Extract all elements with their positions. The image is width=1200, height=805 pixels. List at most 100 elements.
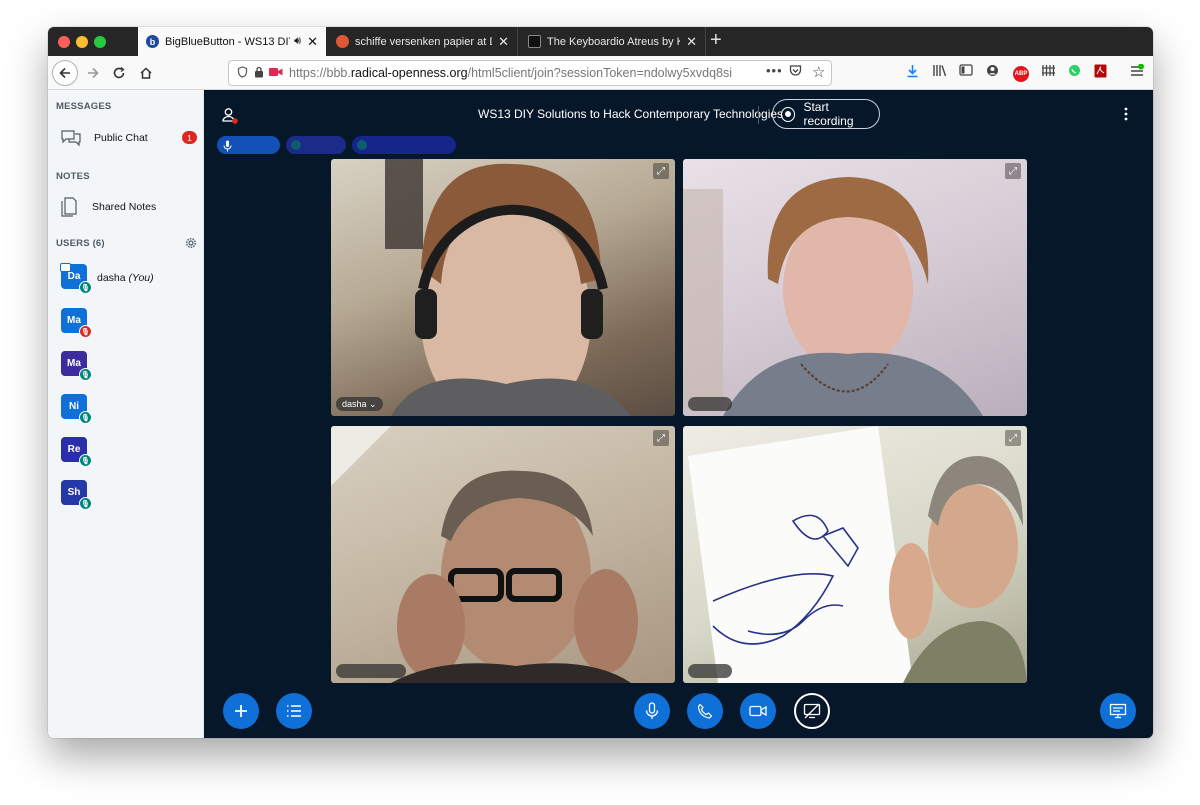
pdf-icon[interactable] [1094,64,1107,81]
browser-toolbar: https://bbb. radical-openness.org/html5cl… [48,56,1153,90]
fullscreen-icon[interactable]: ⤢ [1005,430,1021,446]
back-button[interactable] [52,60,78,86]
zoom-window-button[interactable] [94,36,106,48]
adblock-plus-icon[interactable]: ABP [1013,63,1029,82]
sidebar-toggle-icon[interactable] [959,64,973,79]
talking-indicator-pill[interactable] [352,136,456,154]
user-list-item[interactable]: Ma 🎙︎ [48,306,203,342]
forward-button[interactable] [80,60,106,86]
microphone-icon [645,702,659,719]
chat-icon [60,128,82,148]
whatsapp-icon[interactable] [1068,64,1081,80]
fullscreen-icon[interactable]: ⤢ [1005,163,1021,179]
url-bar[interactable]: https://bbb. radical-openness.org/html5cl… [228,60,832,86]
toggle-user-list-icon[interactable] [222,107,238,130]
avatar: Re 🎙︎ [61,437,92,467]
participant-video-image [385,159,631,416]
user-list-item[interactable]: Da 🎙︎ dasha (You) [48,262,203,298]
public-chat-item[interactable]: Public Chat 1 [60,128,200,148]
microphone-button[interactable] [634,693,670,729]
participant-video-image [683,177,983,416]
bigbluebutton-favicon-icon: b [146,35,159,48]
video-tile[interactable]: ⤢ [331,426,675,683]
url-prefix: https://bbb. [289,66,351,80]
record-icon [781,106,796,122]
microphone-on-icon: 🎙︎ [79,368,92,381]
presentation-icon [1109,703,1127,719]
quick-poll-button[interactable] [276,693,312,729]
speaker-icon[interactable]: 🔊︎ [294,35,301,48]
participant-video-image [688,426,1027,683]
video-name-label[interactable] [336,664,406,678]
menu-icon[interactable] [1130,63,1144,80]
list-icon [287,705,301,717]
avatar: Ma 🎙︎ [61,351,92,381]
close-tab-icon[interactable]: ✕ [686,34,697,50]
user-list-item[interactable]: Re 🎙︎ [48,435,203,471]
user-name: dasha (You) [97,272,154,284]
account-icon[interactable] [986,64,999,80]
start-recording-button[interactable]: Start recording [772,99,880,129]
browser-window: b BigBlueButton - WS13 DIY S 🔊︎ ✕ schiff… [48,27,1153,738]
close-window-button[interactable] [58,36,70,48]
avatar: Da 🎙︎ [60,263,92,294]
tab-strip: b BigBlueButton - WS13 DIY S 🔊︎ ✕ schiff… [48,27,1153,56]
presentation-toggle-button[interactable] [1100,693,1136,729]
close-tab-icon[interactable]: ✕ [498,34,509,50]
actions-plus-button[interactable] [223,693,259,729]
talking-indicator-pill[interactable] [217,136,280,154]
notes-document-icon [60,196,80,218]
camera-in-use-icon[interactable] [269,66,283,80]
messages-header: MESSAGES [56,101,112,112]
microphone-on-icon: 🎙︎ [79,497,92,510]
extension-fence-icon[interactable] [1041,64,1055,80]
reload-icon[interactable] [106,60,132,86]
close-tab-icon[interactable]: ✕ [307,34,318,50]
library-icon[interactable] [932,64,947,80]
leave-audio-button[interactable] [687,693,723,729]
tab-title: BigBlueButton - WS13 DIY S [165,35,290,48]
video-name-label[interactable]: dasha ⌄ [336,397,383,411]
pocket-icon[interactable] [789,64,802,80]
video-tile[interactable]: ⤢ [683,159,1027,416]
shared-notes-label: Shared Notes [92,201,157,213]
presenter-icon [60,263,71,272]
avatar: Ma 🎙︎ [61,308,92,338]
video-tile[interactable]: ⤢ dasha ⌄ [331,159,675,416]
lock-icon[interactable] [254,66,264,81]
camera-button[interactable] [740,693,776,729]
shared-notes-item[interactable]: Shared Notes [60,196,156,218]
tab-keyboardio[interactable]: The Keyboardio Atreus by Keyb ✕ [520,27,706,56]
user-list-item[interactable]: Ma 🎙︎ [48,349,203,385]
microphone-on-icon: 🎙︎ [79,281,92,294]
tab-title: schiffe versenken papier at Duc [355,35,492,48]
screen-share-button[interactable] [794,693,830,729]
minimize-window-button[interactable] [76,36,88,48]
home-icon[interactable] [133,60,159,86]
fullscreen-icon[interactable]: ⤢ [653,430,669,446]
user-options-gear-icon[interactable] [185,236,197,254]
status-dot [291,140,301,150]
avatar: Ni 🎙︎ [61,394,92,424]
downloads-icon[interactable] [906,64,919,81]
tab-duckduckgo[interactable]: schiffe versenken papier at Duc ✕ [328,27,518,56]
screen-share-off-icon [803,703,821,719]
microphone-muted-icon: 🎙︎ [79,325,92,338]
options-kebab-icon[interactable] [1124,106,1128,127]
fullscreen-icon[interactable]: ⤢ [653,163,669,179]
bookmark-star-icon[interactable]: ☆ [812,63,825,81]
unread-count-badge: 1 [182,131,197,144]
video-name-label[interactable] [688,664,732,678]
shield-icon[interactable] [237,65,248,81]
user-list-item[interactable]: Sh 🎙︎ [48,478,203,514]
talking-indicator-pill[interactable] [286,136,346,154]
video-name-label[interactable] [688,397,732,411]
page-actions-icon[interactable]: ••• [766,63,783,78]
new-tab-icon[interactable]: + [710,29,722,52]
url-path: /html5client/join?sessionToken=ndolwy5xv… [467,66,732,80]
users-header: USERS (6) [56,238,105,249]
video-tile[interactable]: ⤢ [683,426,1027,683]
public-chat-label: Public Chat [94,132,148,144]
user-list-item[interactable]: Ni 🎙︎ [48,392,203,428]
tab-bigbluebutton[interactable]: b BigBlueButton - WS13 DIY S 🔊︎ ✕ [138,27,326,56]
